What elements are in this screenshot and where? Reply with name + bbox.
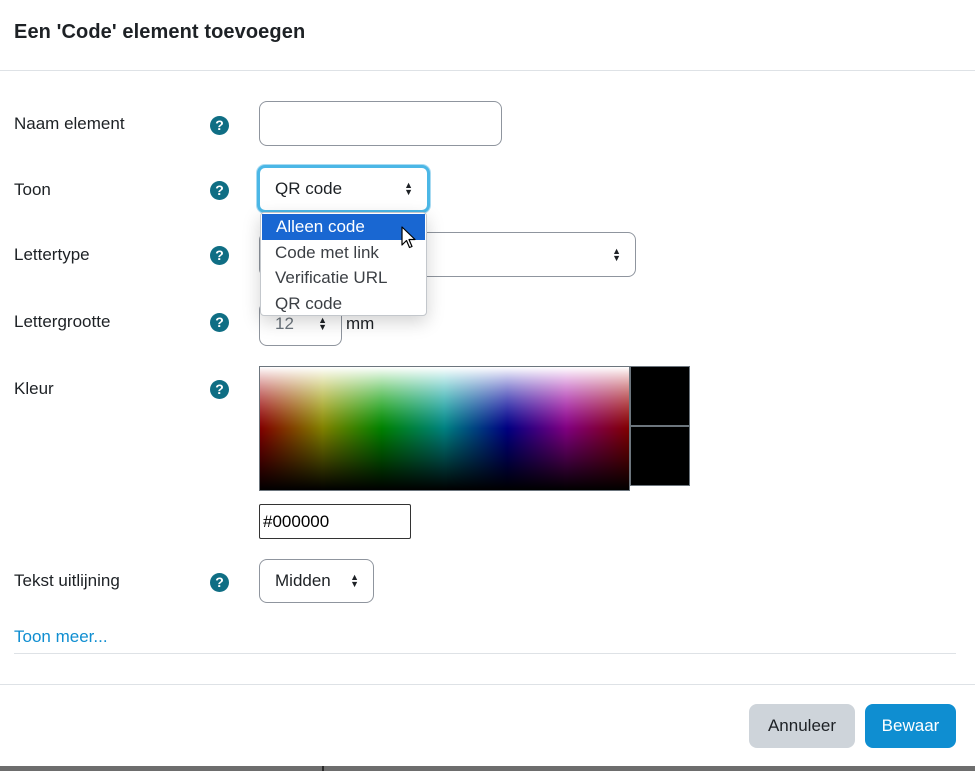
save-button[interactable]: Bewaar xyxy=(865,704,956,748)
dropdown-option-verificatie-url[interactable]: Verificatie URL xyxy=(261,265,426,291)
sort-arrows-icon: ▲ ▼ xyxy=(350,572,359,589)
fontsize-select-value: 12 xyxy=(275,314,294,333)
selected-color-swatch xyxy=(630,366,690,426)
current-color-swatch xyxy=(630,426,690,486)
alignment-select[interactable]: Midden ▲ ▼ xyxy=(259,559,374,603)
show-more-link[interactable]: Toon meer... xyxy=(14,627,108,647)
sort-arrows-icon: ▲ ▼ xyxy=(612,245,621,263)
color-spectrum-picker[interactable] xyxy=(259,366,630,491)
help-icon[interactable]: ? xyxy=(210,380,229,399)
display-select[interactable]: QR code ▲ ▼ xyxy=(257,165,430,213)
fontsize-unit: mm xyxy=(346,314,375,333)
help-icon[interactable]: ? xyxy=(210,116,229,135)
modal-header: Een 'Code' element toevoegen xyxy=(0,0,975,71)
help-icon[interactable]: ? xyxy=(210,246,229,265)
help-icon[interactable]: ? xyxy=(210,573,229,592)
cancel-button[interactable]: Annuleer xyxy=(749,704,855,748)
mouse-pointer-icon xyxy=(401,226,416,249)
display-label: Toon xyxy=(14,180,51,199)
fontsize-label: Lettergrootte xyxy=(14,312,111,331)
name-label: Naam element xyxy=(14,114,125,133)
alignment-select-value: Midden xyxy=(275,571,331,590)
alignment-label: Tekst uitlijning xyxy=(14,571,120,590)
edge-divider xyxy=(322,766,324,771)
sort-arrows-icon: ▲ ▼ xyxy=(404,180,413,197)
dropdown-option-qr-code[interactable]: QR code xyxy=(261,291,426,317)
font-label: Lettertype xyxy=(14,245,90,264)
display-select-value: QR code xyxy=(275,179,343,198)
help-icon[interactable]: ? xyxy=(210,181,229,200)
color-label: Kleur xyxy=(14,379,54,398)
sort-arrows-icon: ▲ ▼ xyxy=(318,315,327,332)
name-input[interactable] xyxy=(259,101,502,146)
add-code-element-modal: Een 'Code' element toevoegen Naam elemen… xyxy=(0,0,975,771)
modal-title: Een 'Code' element toevoegen xyxy=(14,21,306,43)
help-icon[interactable]: ? xyxy=(210,313,229,332)
section-divider xyxy=(14,653,956,654)
color-hex-input[interactable]: #000000 xyxy=(259,504,411,539)
window-bottom-edge xyxy=(0,766,975,771)
